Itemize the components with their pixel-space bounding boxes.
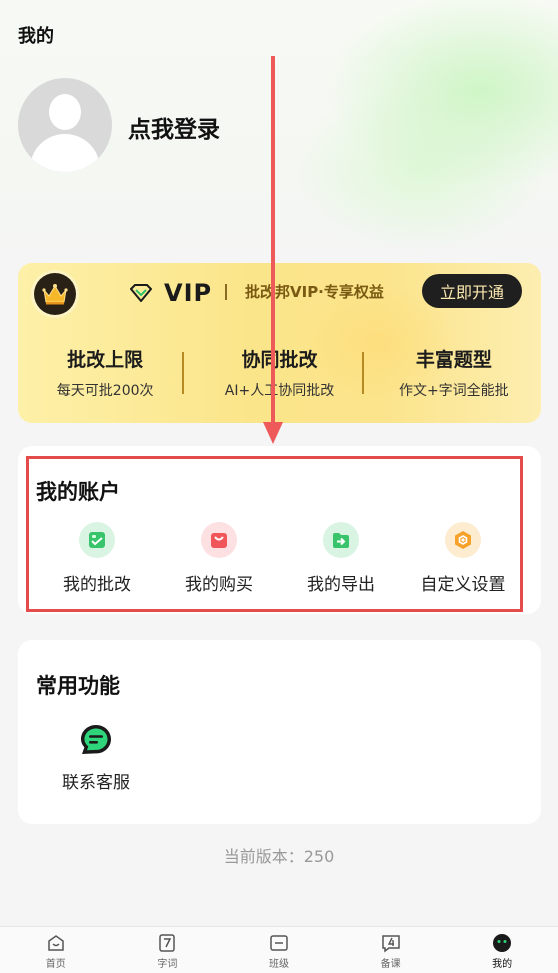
bottom-tab-bar: 首页 字词 班级 备课 我的 bbox=[0, 926, 558, 973]
tab-lesson[interactable]: 备课 bbox=[335, 927, 447, 973]
benefit-divider bbox=[362, 352, 364, 394]
common-section-title: 常用功能 bbox=[36, 674, 120, 698]
guide-arrow-line bbox=[271, 56, 275, 430]
tab-words-label: 字词 bbox=[157, 959, 178, 970]
highlight-box bbox=[26, 456, 523, 612]
tab-home[interactable]: 首页 bbox=[0, 927, 112, 973]
word-icon bbox=[159, 934, 176, 952]
vip-benefit-title: 协同批改 bbox=[241, 349, 318, 371]
avatar[interactable] bbox=[18, 78, 112, 172]
tab-class-label: 班级 bbox=[268, 959, 289, 970]
vip-benefit-desc: 每天可批200次 bbox=[56, 383, 154, 399]
chat-bubble-icon bbox=[81, 725, 111, 754]
page-title: 我的 bbox=[18, 26, 54, 47]
vip-separator bbox=[225, 284, 227, 300]
avatar-shoulders bbox=[30, 134, 100, 172]
avatar-head bbox=[49, 94, 81, 130]
vip-slogan: 批改邦VIP·专享权益 bbox=[245, 283, 384, 301]
vip-open-button[interactable]: 立即开通 bbox=[422, 274, 522, 308]
lesson-icon bbox=[381, 935, 400, 953]
version-text: 当前版本：250 bbox=[223, 847, 335, 866]
vip-benefit: 丰富题型 作文+字词全能批 bbox=[367, 345, 541, 405]
class-icon bbox=[270, 935, 288, 951]
diamond-icon bbox=[130, 284, 152, 302]
contact-support-label: 联系客服 bbox=[62, 773, 130, 793]
vip-benefit-title: 批改上限 bbox=[67, 349, 144, 371]
vip-logo: VIP bbox=[130, 279, 212, 307]
vip-benefit: 批改上限 每天可批200次 bbox=[18, 345, 192, 405]
profile-icon bbox=[493, 934, 512, 952]
vip-benefit-title: 丰富题型 bbox=[415, 349, 492, 371]
crown-icon bbox=[34, 273, 76, 315]
vip-logo-text: VIP bbox=[164, 279, 213, 307]
vip-benefit-desc: 作文+字词全能批 bbox=[398, 383, 509, 399]
tab-home-label: 首页 bbox=[45, 959, 66, 970]
contact-support-button[interactable]: 联系客服 bbox=[56, 722, 136, 793]
tab-words[interactable]: 字词 bbox=[112, 927, 224, 973]
vip-benefit: 协同批改 AI+人工协同批改 bbox=[192, 345, 366, 405]
guide-arrow-head bbox=[263, 422, 283, 444]
vip-benefit-desc: AI+人工协同批改 bbox=[224, 383, 335, 399]
vip-benefits: 批改上限 每天可批200次 协同批改 AI+人工协同批改 丰富题型 作文+字词全… bbox=[18, 345, 541, 405]
tab-profile-label: 我的 bbox=[492, 959, 513, 970]
benefit-divider bbox=[182, 352, 184, 394]
login-link[interactable]: 点我登录 bbox=[128, 110, 220, 144]
tab-class[interactable]: 班级 bbox=[223, 927, 335, 973]
vip-card[interactable]: VIP 批改邦VIP·专享权益 立即开通 批改上限 每天可批200次 协同批改 … bbox=[18, 263, 541, 423]
home-icon bbox=[48, 935, 64, 951]
tab-profile[interactable]: 我的 bbox=[446, 927, 558, 973]
tab-lesson-label: 备课 bbox=[380, 959, 401, 970]
common-functions-card: 常用功能 联系客服 bbox=[18, 640, 541, 824]
